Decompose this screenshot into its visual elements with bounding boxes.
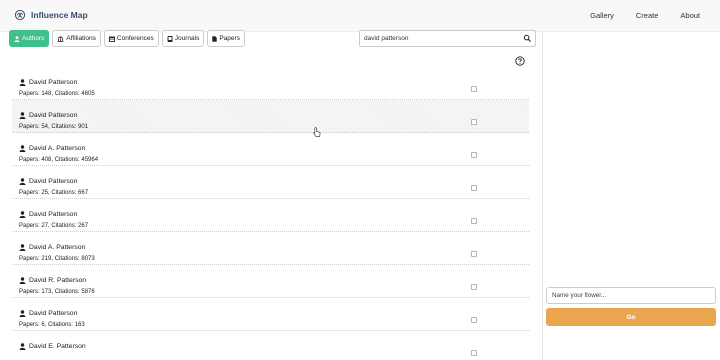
nav-link-create[interactable]: Create bbox=[636, 11, 659, 20]
result-stats: Papers: 25, Citations: 667 bbox=[19, 190, 89, 196]
result-name: David Patterson bbox=[29, 211, 78, 218]
person-icon bbox=[19, 244, 26, 251]
result-item[interactable]: David E. Patterson bbox=[12, 331, 529, 360]
search-box bbox=[359, 30, 536, 47]
result-stats: Papers: 408, Citations: 45964 bbox=[19, 157, 99, 163]
result-checkbox[interactable] bbox=[471, 185, 477, 191]
result-item[interactable]: David Patterson Papers: 148, Citations: … bbox=[12, 67, 529, 100]
file-icon bbox=[212, 35, 218, 42]
result-checkbox[interactable] bbox=[471, 317, 477, 323]
tab-journals[interactable]: Journals bbox=[161, 30, 205, 47]
result-stats: Papers: 173, Citations: 5876 bbox=[19, 289, 95, 295]
nav-link-gallery[interactable]: Gallery bbox=[590, 11, 614, 20]
go-button[interactable]: Go bbox=[546, 308, 716, 326]
result-stats: Papers: 219, Citations: 8073 bbox=[19, 256, 95, 262]
result-stats: Papers: 27, Citations: 267 bbox=[19, 223, 89, 229]
result-name-row: David Patterson bbox=[19, 79, 77, 86]
result-checkbox[interactable] bbox=[471, 119, 477, 125]
result-name-row: David A. Patterson bbox=[19, 145, 85, 152]
result-name: David Patterson bbox=[29, 112, 78, 119]
result-checkbox[interactable] bbox=[471, 251, 477, 257]
result-item[interactable]: David R. Patterson Papers: 173, Citation… bbox=[12, 265, 529, 298]
result-item[interactable]: David A. Patterson Papers: 219, Citation… bbox=[12, 232, 529, 265]
search-input[interactable] bbox=[360, 31, 520, 46]
hand-cursor-icon bbox=[313, 127, 321, 137]
result-name-row: David Patterson bbox=[19, 112, 77, 119]
result-name: David A. Patterson bbox=[29, 244, 86, 251]
person-icon bbox=[14, 35, 20, 42]
person-icon bbox=[19, 343, 26, 350]
brand-title: Influence Map bbox=[31, 10, 88, 20]
result-stats: Papers: 54, Citations: 901 bbox=[19, 124, 89, 130]
person-icon bbox=[19, 112, 26, 119]
person-icon bbox=[19, 310, 26, 317]
tab-label: Authors bbox=[22, 35, 45, 42]
search-type-tabs: Authors Affiliations Conferences Journal… bbox=[9, 30, 248, 47]
book-icon bbox=[167, 35, 173, 42]
result-stats: Papers: 148, Citations: 4605 bbox=[19, 91, 95, 97]
tab-affiliations[interactable]: Affiliations bbox=[52, 30, 101, 47]
result-name: David E. Patterson bbox=[29, 343, 86, 350]
result-checkbox[interactable] bbox=[471, 86, 477, 92]
person-icon bbox=[19, 178, 26, 185]
person-icon bbox=[19, 145, 26, 152]
tab-conferences[interactable]: Conferences bbox=[103, 30, 159, 47]
result-checkbox[interactable] bbox=[471, 284, 477, 290]
nav-links: Gallery Create About bbox=[568, 11, 700, 20]
result-name-row: David Patterson bbox=[19, 310, 77, 317]
result-item[interactable]: David Patterson Papers: 25, Citations: 6… bbox=[12, 166, 529, 199]
search-icon[interactable] bbox=[523, 34, 532, 43]
result-name: David R. Patterson bbox=[29, 277, 87, 284]
result-name: David Patterson bbox=[29, 79, 78, 86]
result-checkbox[interactable] bbox=[471, 350, 477, 356]
result-name-row: David Patterson bbox=[19, 178, 77, 185]
person-icon bbox=[19, 277, 26, 284]
result-item[interactable]: David Patterson Papers: 54, Citations: 9… bbox=[12, 100, 529, 133]
person-icon bbox=[19, 211, 26, 218]
institution-icon bbox=[57, 35, 64, 42]
result-name-row: David R. Patterson bbox=[19, 277, 86, 284]
result-name: David Patterson bbox=[29, 178, 78, 185]
result-name-row: David E. Patterson bbox=[19, 343, 86, 350]
tab-authors[interactable]: Authors bbox=[9, 30, 50, 47]
flower-name-input[interactable] bbox=[546, 287, 716, 304]
calendar-icon bbox=[108, 36, 115, 42]
result-name-row: David A. Patterson bbox=[19, 244, 85, 251]
result-item[interactable]: David A. Patterson Papers: 408, Citation… bbox=[12, 133, 529, 166]
search-results: David Patterson Papers: 148, Citations: … bbox=[12, 67, 529, 360]
tab-papers[interactable]: Papers bbox=[207, 30, 245, 47]
tab-label: Affiliations bbox=[66, 35, 96, 42]
result-name-row: David Patterson bbox=[19, 211, 77, 218]
result-checkbox[interactable] bbox=[471, 152, 477, 158]
tab-label: Conferences bbox=[116, 35, 154, 42]
result-item[interactable]: David Patterson Papers: 6, Citations: 16… bbox=[12, 298, 529, 331]
result-name: David A. Patterson bbox=[29, 145, 86, 152]
help-icon[interactable] bbox=[515, 56, 525, 66]
navbar: Influence Map Gallery Create About bbox=[0, 0, 720, 32]
result-name: David Patterson bbox=[29, 310, 78, 317]
nav-link-about[interactable]: About bbox=[680, 11, 700, 20]
result-stats: Papers: 6, Citations: 163 bbox=[19, 322, 85, 328]
influence-flower-icon bbox=[14, 9, 26, 21]
person-icon bbox=[19, 79, 26, 86]
panel-divider bbox=[542, 32, 543, 360]
result-item[interactable]: David Patterson Papers: 27, Citations: 2… bbox=[12, 199, 529, 232]
result-checkbox[interactable] bbox=[471, 218, 477, 224]
brand[interactable]: Influence Map bbox=[14, 9, 88, 21]
tab-label: Papers bbox=[219, 35, 240, 42]
tab-label: Journals bbox=[174, 35, 200, 42]
